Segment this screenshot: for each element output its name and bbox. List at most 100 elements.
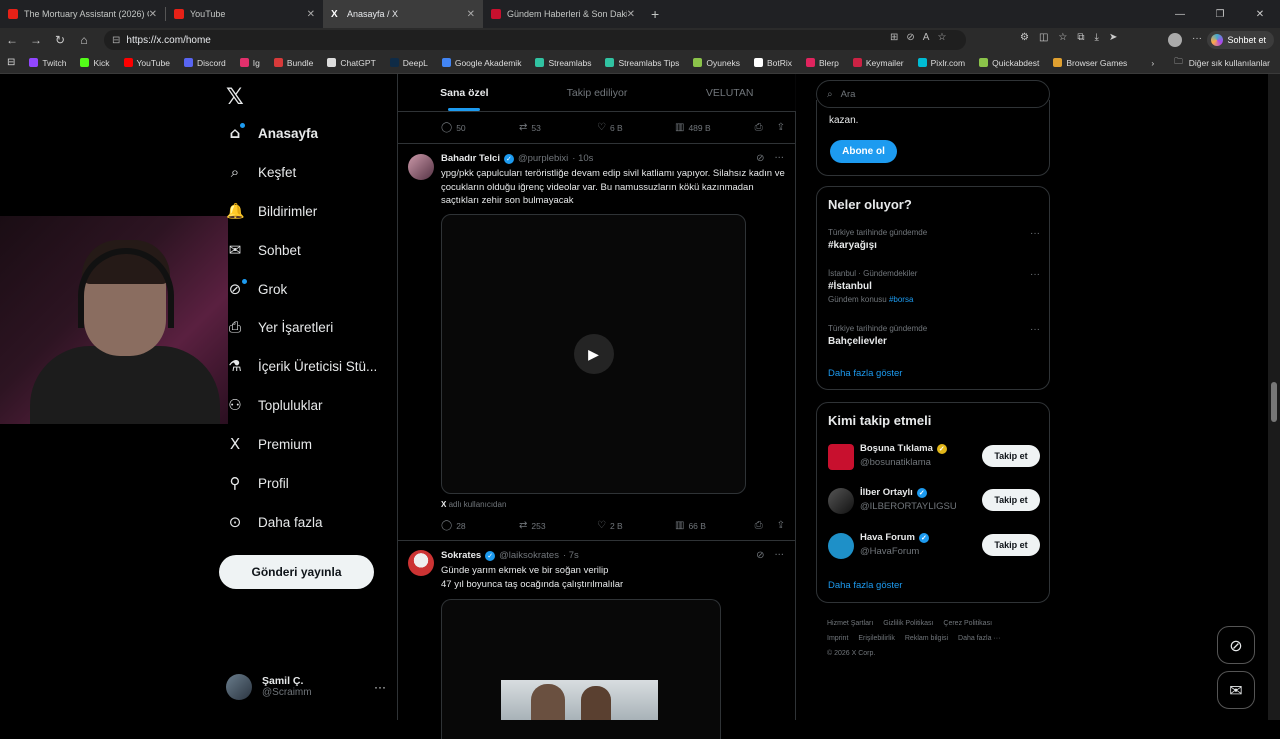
play-icon[interactable]: ▶ [573,334,614,374]
nav-item-flask[interactable]: ⚗ İçerik Üreticisi Stü... [226,357,377,375]
close-tab-icon[interactable]: ✕ [467,9,475,20]
close-tab-icon[interactable]: ✕ [149,9,157,20]
follow-button[interactable]: Takip et [982,534,1040,556]
views-button[interactable]: ▥ 66 B [675,520,753,531]
follow-button[interactable]: Takip et [982,489,1040,511]
account-more-icon[interactable]: ··· [374,680,386,694]
author-handle[interactable]: @laiksokrates [499,550,559,561]
close-tab-icon[interactable]: ✕ [627,9,635,20]
tab-for-you[interactable]: Sana özel [398,74,531,111]
home-browser-icon[interactable]: ⌂ [72,33,96,47]
url-field[interactable]: ⊟ https://x.com/home [104,30,966,50]
chevron-right-icon[interactable]: › [1151,58,1154,68]
restore-icon[interactable]: ❐ [1200,9,1240,20]
like-button[interactable]: ♡ 2 B [597,520,675,531]
grok-explain-icon[interactable]: ⊘ [756,550,764,561]
more-options-icon[interactable]: ··· [774,153,784,164]
show-more-link[interactable]: Daha fazla göster [828,368,902,379]
avatar[interactable] [828,444,854,470]
app-available-icon[interactable]: ⊞ [890,32,898,43]
views-button[interactable]: ▥ 489 B [675,122,753,133]
page-scrollbar[interactable] [1268,74,1280,720]
reply-button[interactable]: ◯ 28 [441,520,519,531]
favorites-icon[interactable]: ☆ [1058,32,1067,43]
split-screen-icon[interactable]: ◫ [1039,32,1048,43]
downloads-icon[interactable]: ⤓ [1095,32,1099,43]
nav-item-more-circle[interactable]: ⊙ Daha fazla [226,513,323,531]
site-info-icon[interactable]: ⊟ [112,35,120,46]
share-icon[interactable]: ⇪ [777,122,785,133]
reload-icon[interactable]: ↻ [48,33,72,47]
bookmark-item[interactable]: Ig [233,58,267,68]
author-name[interactable]: Bahadır Telci [441,153,500,164]
avatar[interactable] [408,154,434,180]
nav-item-mail[interactable]: ✉ Sohbet [226,241,301,259]
footer-link[interactable]: Gizlilik Politikası [883,620,933,627]
bookmark-icon[interactable]: ⎙ [755,520,763,531]
browser-tab[interactable]: The Mortuary Assistant (2026) Offi ✕ [0,0,165,28]
browser-tab[interactable]: Gündem Haberleri & Son Dakika H ✕ [483,0,643,28]
browser-tab-active[interactable]: X Anasayfa / X ✕ [323,0,483,28]
other-bookmarks[interactable]: › 🗀 Diğer sık kullanılanlar [1151,52,1270,74]
trend-more-icon[interactable]: ··· [1030,269,1040,280]
bookmark-item[interactable]: Streamlabs Tips [598,58,686,68]
footer-link[interactable]: Hizmet Şartları [827,620,873,627]
share-icon[interactable]: ➤ [1109,32,1117,43]
post-button[interactable]: Gönderi yayınla [219,555,374,589]
subscribe-button[interactable]: Abone ol [830,140,897,163]
new-tab-button[interactable]: + [643,0,667,28]
tweet[interactable]: Bahadır Telci ✓ @purplebixi · 10s ⊘ ··· … [398,144,796,540]
copilot-button[interactable]: Sohbet et [1207,31,1274,49]
bookmark-item[interactable]: Google Akademik [435,58,529,68]
bookmark-item[interactable]: DeepL [383,58,435,68]
bookmark-item[interactable]: Discord [177,58,233,68]
bookmarks-menu-icon[interactable]: ⊟ [0,57,22,68]
back-icon[interactable]: ← [0,33,24,47]
messages-fab-icon[interactable]: ✉ [1217,671,1255,709]
bookmark-item[interactable]: Quickabdest [972,58,1046,68]
repost-button[interactable]: ⇄ 53 [519,122,597,133]
bookmark-item[interactable]: Kick [73,58,116,68]
repost-button[interactable]: ⇄ 253 [519,520,597,531]
avatar[interactable] [828,488,854,514]
browser-tab[interactable]: YouTube ✕ [166,0,323,28]
trend-more-icon[interactable]: ··· [1030,228,1040,239]
forward-icon[interactable]: → [24,33,48,47]
nav-item-people[interactable]: ⚇ Topluluklar [226,396,322,414]
footer-link[interactable]: Imprint [827,635,848,642]
close-window-icon[interactable]: ✕ [1240,9,1280,20]
like-button[interactable]: ♡ 6 B [597,122,675,133]
nav-item-search[interactable]: ⌕ Keşfet [226,163,296,181]
follow-suggestion[interactable]: Boşuna Tıklama ✓ @bosunatiklama Takip et [828,443,1040,473]
trend-sub-link[interactable]: #borsa [889,295,913,304]
footer-link[interactable]: Reklam bilgisi [905,635,948,642]
trend-item[interactable]: İstanbul · Gündemdekiler #İstanbul Günde… [828,269,1040,304]
profile-avatar-icon[interactable] [1168,33,1182,47]
x-logo-icon[interactable]: 𝕏 [226,85,244,110]
follow-button[interactable]: Takip et [982,445,1040,467]
author-name[interactable]: Sokrates [441,550,481,561]
bookmark-item[interactable]: Pixlr.com [911,58,972,68]
tweet-photo[interactable] [501,680,658,720]
grok-fab-icon[interactable]: ⊘ [1217,626,1255,664]
search-input[interactable]: ⌕ Ara [816,80,1050,108]
avatar[interactable] [408,550,434,576]
tab-velutan[interactable]: VELUTAN [663,74,796,111]
close-tab-icon[interactable]: ✕ [307,9,315,20]
grok-explain-icon[interactable]: ⊘ [756,153,764,164]
tracking-icon[interactable]: ⊘ [906,32,914,43]
scrollbar-thumb[interactable] [1271,382,1277,422]
bookmark-item[interactable]: Twitch [22,58,73,68]
avatar[interactable] [828,533,854,559]
footer-link[interactable]: Daha fazla ··· [958,635,1000,642]
follow-suggestion[interactable]: İlber Ortaylı ✓ @ILBERORTAYLIGSU Takip et [828,487,1040,517]
settings-more-icon[interactable]: ··· [1192,33,1202,44]
trend-item[interactable]: Türkiye tarihinde gündemde Bahçelievler … [828,324,1040,347]
tab-following[interactable]: Takip ediliyor [531,74,664,111]
account-switcher[interactable]: Şamil Ç. @Scraimm ··· [226,672,386,702]
bookmark-item[interactable]: YouTube [117,58,177,68]
footer-link[interactable]: Erişilebilirlik [858,635,895,642]
bookmark-item[interactable]: Bundle [267,58,320,68]
trend-item[interactable]: Türkiye tarihinde gündemde #karyağışı ··… [828,228,1040,251]
share-icon[interactable]: ⇪ [777,520,785,531]
